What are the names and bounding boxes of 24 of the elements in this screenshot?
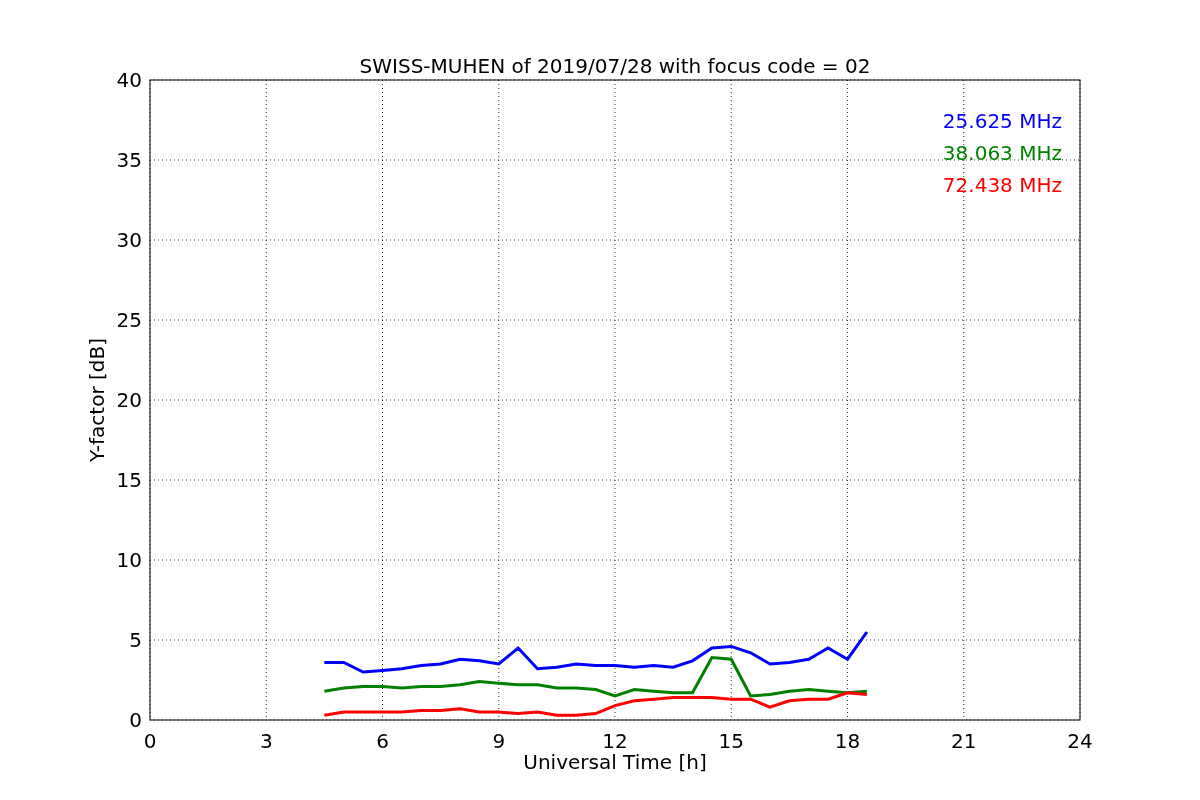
x-tick-label: 12 — [602, 729, 628, 753]
legend-label: 38.063 MHz — [942, 141, 1062, 165]
legend-label: 25.625 MHz — [942, 109, 1062, 133]
x-tick-label: 9 — [492, 729, 506, 753]
x-tick-label: 15 — [718, 729, 744, 753]
chart-title: SWISS-MUHEN of 2019/07/28 with focus code = 02 — [359, 54, 871, 78]
y-tick-label: 30 — [116, 228, 142, 252]
y-tick-label: 0 — [129, 708, 142, 732]
y-tick-label: 40 — [116, 68, 142, 92]
x-tick-label: 18 — [834, 729, 861, 753]
x-tick-label: 21 — [951, 729, 977, 753]
x-tick-label: 0 — [143, 729, 157, 753]
legend-label: 72.438 MHz — [942, 173, 1062, 197]
y-tick-label: 25 — [116, 308, 142, 332]
x-tick-label: 6 — [376, 729, 389, 753]
y-tick-label: 5 — [129, 628, 142, 652]
x-axis-label: Universal Time [h] — [523, 750, 707, 774]
y-axis-label: Y-factor [dB] — [85, 338, 109, 462]
y-tick-label: 10 — [116, 548, 142, 572]
x-tick-label: 3 — [259, 729, 273, 753]
y-tick-label: 35 — [116, 148, 142, 172]
x-tick-label: 24 — [1067, 729, 1093, 753]
y-tick-label: 15 — [116, 468, 142, 492]
y-tick-label: 20 — [116, 388, 142, 412]
